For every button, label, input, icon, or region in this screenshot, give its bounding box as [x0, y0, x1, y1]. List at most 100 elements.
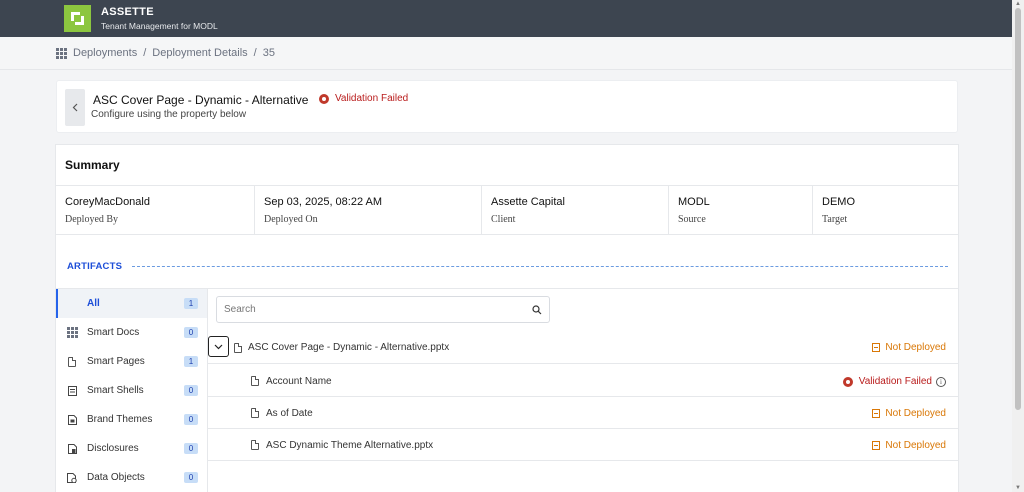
chevron-left-icon	[72, 103, 78, 112]
data-file-icon	[251, 408, 259, 418]
validation-error-icon	[842, 376, 853, 387]
status-label: Not Deployed	[885, 440, 946, 451]
chevron-down-icon	[214, 344, 223, 349]
back-button[interactable]	[65, 89, 85, 126]
artifacts-divider	[132, 266, 948, 267]
brand-title: ASSETTE	[101, 6, 154, 18]
scroll-down-arrow-icon[interactable]: ▼	[1015, 485, 1021, 491]
summary-label: Target	[822, 214, 848, 225]
shell-icon	[67, 385, 77, 396]
summary-value: Sep 03, 2025, 08:22 AM	[264, 196, 383, 208]
artifact-name: As of Date	[266, 408, 313, 419]
validation-status-label: Validation Failed	[335, 93, 409, 104]
data-file-icon	[251, 376, 259, 386]
artifact-child-row[interactable]: ASC Dynamic Theme Alternative.pptx Not D…	[208, 429, 958, 461]
summary-value: MODL	[678, 196, 710, 208]
count-badge: 1	[184, 298, 198, 309]
summary-value: CoreyMacDonald	[65, 196, 150, 208]
breadcrumb-bar: Deployments / Deployment Details / 35	[0, 37, 1012, 70]
sidebar-item-label: Smart Pages	[87, 356, 145, 367]
artifact-type-sidebar: All 1 Smart Docs 0 Smart Pages 1 Smart S…	[56, 288, 208, 492]
not-deployed-icon	[872, 343, 881, 352]
assette-logo[interactable]	[64, 5, 91, 32]
page-icon	[67, 356, 77, 367]
count-badge: 1	[184, 356, 198, 367]
count-badge: 0	[184, 385, 198, 396]
summary-label: Source	[678, 214, 706, 225]
artifacts-title: ARTIFACTS	[67, 261, 123, 272]
info-icon[interactable]: i	[936, 376, 946, 387]
not-deployed-icon	[872, 409, 881, 418]
deployments-grid-icon	[56, 47, 67, 59]
summary-label: Deployed By	[65, 214, 119, 225]
summary-row: CoreyMacDonald Deployed By Sep 03, 2025,…	[56, 185, 958, 235]
validation-status: Validation Failed	[319, 93, 408, 104]
sidebar-item-brand-themes[interactable]: Brand Themes 0	[56, 405, 207, 434]
brand-subtitle: Tenant Management for MODL	[101, 21, 218, 31]
page-scrollbar[interactable]: ▲ ▼	[1012, 0, 1024, 492]
breadcrumb: Deployments / Deployment Details / 35	[56, 47, 275, 59]
count-badge: 0	[184, 414, 198, 425]
artifact-list: ASC Cover Page - Dynamic - Alternative.p…	[208, 288, 958, 492]
brand: ASSETTE Tenant Management for MODL	[101, 6, 218, 31]
breadcrumb-deployment-details[interactable]: Deployment Details	[152, 47, 247, 59]
sidebar-item-data-objects[interactable]: Data Objects 0	[56, 463, 207, 492]
grid-icon	[66, 327, 78, 338]
summary-value: DEMO	[822, 196, 855, 208]
summary-label: Deployed On	[264, 214, 318, 225]
sidebar-item-label: Data Objects	[87, 472, 145, 483]
status-label: Not Deployed	[885, 342, 946, 353]
summary-value: Assette Capital	[491, 196, 565, 208]
status-badge: Not Deployed	[872, 342, 946, 353]
breadcrumb-separator: /	[143, 47, 147, 59]
sidebar-item-disclosures[interactable]: Disclosures 0	[56, 434, 207, 463]
summary-deployed-on: Sep 03, 2025, 08:22 AM Deployed On	[255, 186, 482, 234]
search-icon[interactable]	[532, 305, 542, 315]
count-badge: 0	[184, 443, 198, 454]
sidebar-item-label: Disclosures	[87, 443, 139, 454]
sidebar-item-label: Smart Shells	[87, 385, 144, 396]
summary-deployed-by: CoreyMacDonald Deployed By	[56, 186, 255, 234]
sidebar-item-smart-docs[interactable]: Smart Docs 0	[56, 318, 207, 347]
not-deployed-icon	[872, 441, 881, 450]
expand-toggle-button[interactable]	[208, 336, 229, 357]
app-header: ASSETTE Tenant Management for MODL	[0, 0, 1012, 37]
deployment-details-card: Summary CoreyMacDonald Deployed By Sep 0…	[55, 144, 959, 492]
status-label: Not Deployed	[885, 408, 946, 419]
page-subtitle: Configure using the property below	[91, 109, 247, 120]
summary-label: Client	[491, 214, 516, 225]
artifact-name: ASC Cover Page - Dynamic - Alternative.p…	[248, 342, 450, 353]
artifact-name: ASC Dynamic Theme Alternative.pptx	[266, 440, 434, 451]
page-header-card: ASC Cover Page - Dynamic - Alternative V…	[56, 80, 958, 133]
artifact-row[interactable]: ASC Cover Page - Dynamic - Alternative.p…	[208, 330, 958, 364]
sidebar-item-label: Brand Themes	[87, 414, 153, 425]
summary-client: Assette Capital Client	[482, 186, 669, 234]
summary-title: Summary	[65, 158, 120, 172]
artifact-child-row[interactable]: Account Name Validation Failed i	[208, 365, 958, 397]
artifact-child-row[interactable]: As of Date Not Deployed	[208, 397, 958, 429]
sidebar-item-smart-shells[interactable]: Smart Shells 0	[56, 376, 207, 405]
status-badge: Not Deployed	[872, 408, 946, 419]
theme-icon	[67, 414, 77, 425]
sidebar-item-all[interactable]: All 1	[56, 289, 207, 318]
breadcrumb-separator: /	[253, 47, 257, 59]
validation-error-icon	[319, 93, 329, 104]
file-icon	[251, 440, 259, 450]
status-badge: Not Deployed	[872, 440, 946, 451]
scroll-up-arrow-icon[interactable]: ▲	[1015, 1, 1021, 7]
sidebar-item-label: All	[87, 298, 100, 309]
scroll-thumb[interactable]	[1015, 8, 1021, 410]
breadcrumb-current: 35	[262, 47, 275, 59]
status-label: Validation Failed	[858, 376, 932, 387]
artifact-name: Account Name	[266, 376, 332, 387]
search-input[interactable]	[216, 296, 550, 323]
disclosure-icon	[67, 443, 77, 454]
status-badge: Validation Failed i	[842, 376, 946, 387]
count-badge: 0	[184, 472, 198, 483]
summary-target: DEMO Target	[813, 186, 958, 234]
file-icon	[234, 343, 242, 353]
data-object-icon	[67, 472, 77, 483]
breadcrumb-deployments[interactable]: Deployments	[73, 47, 137, 59]
count-badge: 0	[184, 327, 198, 338]
sidebar-item-smart-pages[interactable]: Smart Pages 1	[56, 347, 207, 376]
